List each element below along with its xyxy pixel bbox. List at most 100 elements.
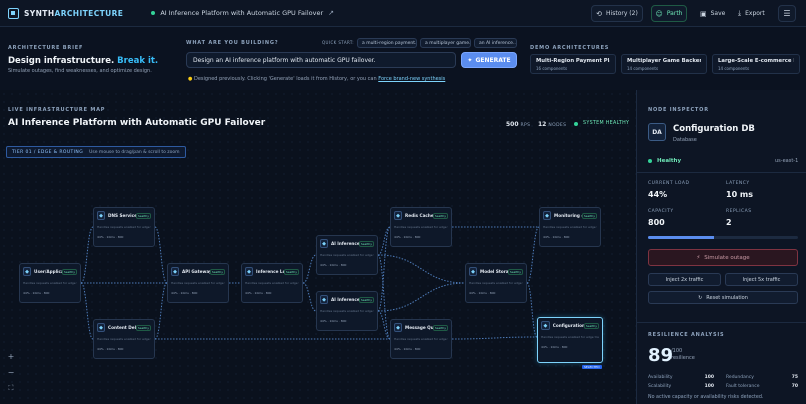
node-api-gateway[interactable]: ◆ API Gateway healthy Handles requests enab…	[167, 263, 229, 303]
node-type-icon: ◆	[23, 267, 32, 276]
edge-line	[154, 226, 168, 284]
zoom-in-button[interactable]: +	[5, 350, 17, 362]
node-status-badge: healthy	[358, 296, 374, 303]
divider	[637, 172, 806, 173]
edge-line	[526, 282, 538, 338]
node-status-badge: healthy	[283, 268, 299, 275]
node-title: User/Application...	[34, 269, 62, 274]
node-description: Handles requests enabled for edge traffi…	[97, 225, 151, 229]
node-header: ◆Content Delivery...healthy	[97, 323, 151, 332]
node-title: AI Inference Ser...	[331, 297, 359, 302]
quick-start-chip[interactable]: a multi-region payment...	[357, 38, 417, 48]
user-icon: ☺	[655, 9, 663, 18]
node-ai-inference-service-b[interactable]: ◆AI Inference Ser...healthy Handles reque…	[316, 291, 378, 331]
inject-2x-button[interactable]: Inject 2x traffic	[648, 273, 721, 286]
latency-value: 10 ms	[726, 190, 754, 199]
node-avatar: DA	[648, 123, 666, 141]
inject-5x-button[interactable]: Inject 5x traffic	[725, 273, 798, 286]
edge-line	[377, 226, 391, 312]
user-button[interactable]: ☺ Parth	[651, 5, 687, 22]
simulate-outage-button[interactable]: ⚡ Simulate outage	[648, 249, 798, 266]
node-client-app[interactable]: ◆User/Application...healthy Handles reque…	[19, 263, 81, 303]
generate-button[interactable]: ✦ GENERATE	[461, 52, 517, 68]
node-status-badge: healthy	[507, 268, 523, 275]
history-button[interactable]: ⟲ History (2)	[591, 5, 643, 22]
node-monitoring-alerting[interactable]: ◆Monitoring & Al...healthy Handles reques…	[539, 207, 601, 247]
node-description: Handles requests enabled for edge traffi…	[394, 337, 448, 341]
node-model-storage[interactable]: ◆Model Storage ...healthy Handles request…	[465, 263, 527, 303]
node-status-badge: healthy	[135, 324, 151, 331]
node-description: Handles requests enabled for edge traffi…	[320, 309, 374, 313]
sparkle-icon: ✦	[467, 56, 473, 64]
node-title: Redis Cache	[405, 213, 433, 218]
node-type-icon: ◆	[469, 267, 478, 276]
demo-card-game[interactable]: Multiplayer Game Backend 14 components	[621, 54, 707, 74]
logo[interactable]: SYNTHARCHITECTURE	[8, 7, 124, 19]
project-title: AI Inference Platform with Automatic GPU…	[151, 9, 334, 17]
save-button[interactable]: ▣ Save	[700, 5, 725, 22]
force-synthesis-link[interactable]: Force brand-new synthesis	[378, 76, 445, 82]
selected-tag: SELECTED	[582, 365, 602, 369]
node-description: Handles requests enabled for edge traffi…	[541, 335, 599, 339]
node-redis-cache[interactable]: ◆ Redis Cache healthy Handles requests enab…	[390, 207, 452, 247]
redundancy-value: 75	[791, 375, 798, 380]
reset-simulation-button[interactable]: ↻ Reset simulation	[648, 291, 798, 304]
node-status-badge: healthy	[61, 268, 77, 275]
latency-label: LATENCY	[726, 181, 750, 186]
quick-start-chip[interactable]: an AI inference...	[474, 38, 517, 48]
node-description: Handles requests enabled for edge traffi…	[23, 281, 77, 285]
node-configuration-db[interactable]: ◆Configuration DBhealthy Handles requests…	[537, 317, 603, 363]
demo-card-ecommerce[interactable]: Large-Scale E-commerce Platform14 compon…	[712, 54, 800, 74]
edge-line	[302, 282, 317, 312]
node-metrics: 44% · 10ms · 800	[394, 235, 421, 239]
inspector-type: Database	[673, 137, 697, 143]
infrastructure-canvas[interactable]: LIVE INFRASTRUCTURE MAP AI Inference Pla…	[0, 90, 636, 404]
demo-card-payment[interactable]: Multi-Region Payment Platform16 componen…	[530, 54, 616, 74]
resilience-label: RESILIENCE ANALYSIS	[648, 332, 725, 338]
export-button[interactable]: ⤓ Export	[738, 5, 765, 22]
node-metrics: 44% · 10ms · 800	[23, 291, 50, 295]
brand-name: SYNTHARCHITECTURE	[24, 8, 124, 18]
fit-view-button[interactable]: ⛶	[5, 382, 17, 394]
node-status-badge: healthy	[135, 212, 151, 219]
node-status-badge: healthy	[583, 322, 599, 329]
node-header: ◆ DNS Service healthy	[97, 211, 151, 220]
node-metrics: 44% · 10ms · 800	[541, 345, 568, 349]
resilience-score-sub: /100 resilience	[671, 348, 695, 361]
node-type-icon: ◆	[245, 267, 254, 276]
logo-icon	[8, 7, 19, 19]
node-description: Handles requests enabled for edge traffi…	[97, 337, 151, 341]
node-cdn[interactable]: ◆Content Delivery...healthy Handles reque…	[93, 319, 155, 359]
node-title: DNS Service	[108, 213, 136, 218]
node-metrics: 44% · 10ms · 800	[543, 235, 570, 239]
edge-line	[377, 226, 391, 256]
bolt-icon: ⚡	[696, 254, 701, 261]
inspector-title: Configuration DB	[673, 124, 755, 134]
quick-start-chip[interactable]: a multiplayer game...	[420, 38, 471, 48]
top-bar: SYNTHARCHITECTURE AI Inference Platform …	[0, 0, 806, 27]
load-value: 44%	[648, 190, 668, 199]
save-icon: ▣	[700, 9, 707, 18]
node-type-icon: ◆	[394, 323, 403, 332]
node-description: Handles requests enabled for edge traffi…	[543, 225, 597, 229]
node-header: ◆Inference Load B...healthy	[245, 267, 299, 276]
capacity-value: 800	[648, 218, 665, 227]
node-header: ◆Message Queue ...healthy	[394, 323, 448, 332]
external-link-icon[interactable]: ↗	[328, 9, 334, 17]
node-type-icon: ◆	[97, 211, 106, 220]
node-description: Handles requests enabled for edge traffi…	[469, 281, 523, 285]
menu-button[interactable]: ☰	[778, 5, 796, 22]
node-header: ◆AI Inference Ser...healthy	[320, 295, 374, 304]
node-metrics: 44% · 10ms · 800	[394, 347, 421, 351]
node-ai-inference-service-a[interactable]: ◆AI Inference Ser...healthy Handles reque…	[316, 235, 378, 275]
node-inference-load-balancer[interactable]: ◆Inference Load B...healthy Handles reque…	[241, 263, 303, 303]
zoom-out-button[interactable]: −	[5, 366, 17, 378]
edge-line	[526, 226, 540, 284]
node-metrics: 44% · 10ms · 800	[469, 291, 496, 295]
node-message-queue[interactable]: ◆Message Queue ...healthy Handles request…	[390, 319, 452, 359]
capacity-label: CAPACITY	[648, 209, 674, 214]
node-metrics: 44% · 10ms · 800	[97, 235, 124, 239]
node-dns-service[interactable]: ◆ DNS Service healthy Handles requests enab…	[93, 207, 155, 247]
node-title: Inference Load B...	[256, 269, 284, 274]
prompt-input[interactable]	[186, 52, 456, 68]
